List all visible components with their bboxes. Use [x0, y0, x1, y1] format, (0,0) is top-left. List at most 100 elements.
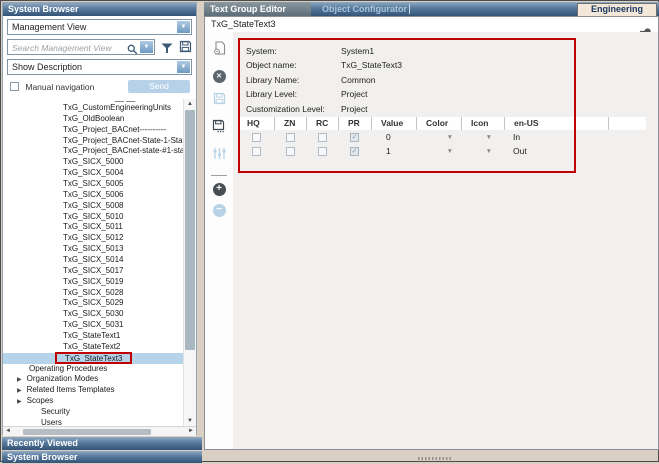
tree-item-txg-sicx-5005[interactable]: TxG_SICX_5005: [3, 179, 183, 190]
column-header-en-us[interactable]: en-US: [504, 117, 608, 130]
scroll-up-icon[interactable]: ▲: [184, 99, 196, 109]
send-button[interactable]: Send: [128, 80, 190, 93]
scroll-down-icon[interactable]: ▼: [184, 416, 196, 426]
new-text-group-icon[interactable]: [213, 41, 226, 60]
column-header-value[interactable]: Value: [371, 117, 416, 130]
hq-checkbox[interactable]: [252, 147, 261, 156]
customize-columns-icon[interactable]: [212, 147, 227, 165]
tree-item-security[interactable]: Security: [3, 407, 183, 418]
save-view-icon[interactable]: [179, 40, 192, 58]
chevron-down-icon[interactable]: ▼: [177, 61, 190, 73]
tree-vertical-scrollbar[interactable]: ▲ ▼: [183, 99, 196, 426]
expand-arrow-icon[interactable]: ▶: [17, 399, 22, 405]
tree-item-txg-sicx-5004[interactable]: TxG_SICX_5004: [3, 168, 183, 179]
tree-item-txg-sicx-5013[interactable]: TxG_SICX_5013: [3, 244, 183, 255]
form-value: TxG_StateText3: [341, 60, 402, 70]
column-header-pr[interactable]: PR: [338, 117, 371, 130]
tree-horizontal-scrollbar[interactable]: ◄ ►: [3, 426, 196, 436]
tab-object-configurator[interactable]: Object Configurator: [316, 2, 413, 16]
tree-item-txg-statetext3[interactable]: TxG_StateText3: [3, 353, 183, 364]
color-dropdown[interactable]: ▼: [416, 148, 461, 155]
form-value: System1: [341, 46, 374, 56]
table-row[interactable]: ✓0▼▼In: [238, 130, 646, 144]
search-box[interactable]: ▼: [7, 39, 155, 55]
engineering-mode-tab[interactable]: Engineering: [577, 3, 657, 17]
tree-item-txg-sicx-5011[interactable]: TxG_SICX_5011: [3, 222, 183, 233]
tree-item-txg-oldboolean[interactable]: TxG_OldBoolean: [3, 114, 183, 125]
table-row[interactable]: ✓1▼▼Out: [238, 144, 646, 158]
resize-grip[interactable]: [418, 457, 452, 460]
tree-item-users[interactable]: Users: [3, 418, 183, 426]
tab-text-group-editor[interactable]: Text Group Editor: [204, 2, 311, 16]
description-selector-value: Show Description: [8, 60, 191, 74]
manual-navigation-checkbox[interactable]: [10, 82, 19, 91]
search-chevron-down-icon[interactable]: ▼: [140, 41, 153, 53]
vertical-scroll-thumb[interactable]: [185, 110, 195, 350]
delete-icon[interactable]: ✕: [213, 70, 226, 83]
save-icon[interactable]: [213, 92, 226, 110]
recently-viewed-bar[interactable]: Recently Viewed: [2, 437, 202, 450]
icon-dropdown[interactable]: ▼: [461, 148, 504, 155]
chevron-down-icon[interactable]: ▼: [177, 21, 190, 33]
tree-item-txg-sicx-5031[interactable]: TxG_SICX_5031: [3, 320, 183, 331]
column-header-zn[interactable]: ZN: [274, 117, 306, 130]
horizontal-scroll-thumb[interactable]: [23, 429, 151, 435]
tree-item-txg-sicx-5019[interactable]: TxG_SICX_5019: [3, 277, 183, 288]
rc-checkbox[interactable]: [318, 147, 327, 156]
tree-item-txg-statetext1[interactable]: TxG_StateText1: [3, 331, 183, 342]
filter-icon[interactable]: [161, 41, 173, 59]
pr-checkbox[interactable]: ✓: [350, 147, 359, 156]
scroll-right-icon[interactable]: ►: [188, 427, 194, 436]
tree-item-label: TxG_SICX_5019: [63, 277, 123, 286]
tree-item-txg-sicx-5028[interactable]: TxG_SICX_5028: [3, 288, 183, 299]
rc-checkbox[interactable]: [318, 133, 327, 142]
add-row-icon[interactable]: +: [213, 183, 226, 196]
editor-panel: Text Group Editor Object Configurator En…: [204, 2, 659, 450]
tree-item-txg-sicx-5010[interactable]: TxG_SICX_5010: [3, 212, 183, 223]
remove-row-icon[interactable]: −: [213, 204, 226, 217]
save-as-icon[interactable]: [212, 119, 226, 138]
value-cell[interactable]: 0: [371, 132, 416, 142]
pr-checkbox[interactable]: ✓: [350, 133, 359, 142]
tree-item-txg-sicx-5000[interactable]: TxG_SICX_5000: [3, 157, 183, 168]
column-header-rc[interactable]: RC: [306, 117, 338, 130]
column-header-empty[interactable]: [608, 117, 646, 130]
tree-item-label: TxG_SICX_5011: [63, 222, 123, 231]
pin-icon[interactable]: [640, 22, 651, 29]
tree-item-operating-procedures[interactable]: Operating Procedures: [3, 364, 183, 375]
tree-item-txg-sicx-5012[interactable]: TxG_SICX_5012: [3, 233, 183, 244]
en-us-cell[interactable]: In: [504, 132, 608, 142]
tree-item-txg-project-bacnet-[interactable]: TxG_Project_BACnet----------: [3, 125, 183, 136]
expand-arrow-icon[interactable]: ▶: [17, 388, 22, 394]
value-cell[interactable]: 1: [371, 146, 416, 156]
tree-item-related-items-templates[interactable]: ▶Related Items Templates: [3, 385, 183, 396]
tree-item-txg-sicx-5006[interactable]: TxG_SICX_5006: [3, 190, 183, 201]
color-dropdown[interactable]: ▼: [416, 134, 461, 141]
tree-item-txg-project-bacnet-state-1-state-2[interactable]: TxG_Project_BACnet-State-1-State-2: [3, 136, 183, 147]
tree-item-organization-modes[interactable]: ▶Organization Modes: [3, 374, 183, 385]
tree-item-txg-project-bacnet-state-1-state-s[interactable]: TxG_Project_BACnet-state-#1-state-s: [3, 146, 183, 157]
table-header: HQZNRCPRValueColorIconen-US: [238, 117, 646, 130]
icon-dropdown[interactable]: ▼: [461, 134, 504, 141]
view-selector[interactable]: Management View ▼: [7, 19, 192, 35]
hq-checkbox[interactable]: [252, 133, 261, 142]
system-browser-bar[interactable]: System Browser: [2, 451, 202, 463]
tree-item-txg-sicx-5017[interactable]: TxG_SICX_5017: [3, 266, 183, 277]
zn-checkbox[interactable]: [286, 147, 295, 156]
zn-checkbox[interactable]: [286, 133, 295, 142]
tree-item-txg-sicx-5029[interactable]: TxG_SICX_5029: [3, 298, 183, 309]
expand-arrow-icon[interactable]: ▶: [17, 377, 22, 383]
tree-item-txg-sicx-5008[interactable]: TxG_SICX_5008: [3, 201, 183, 212]
column-header-hq[interactable]: HQ: [238, 117, 274, 130]
search-input[interactable]: [10, 41, 126, 55]
tree-item-txg-customengineeringunits[interactable]: TxG_CustomEngineeringUnits: [3, 103, 183, 114]
column-header-color[interactable]: Color: [416, 117, 461, 130]
tree-item-txg-sicx-5030[interactable]: TxG_SICX_5030: [3, 309, 183, 320]
system-browser-header[interactable]: System Browser: [3, 3, 196, 16]
description-selector[interactable]: Show Description ▼: [7, 59, 192, 75]
tree-item-txg-sicx-5014[interactable]: TxG_SICX_5014: [3, 255, 183, 266]
scroll-left-icon[interactable]: ◄: [5, 427, 11, 436]
tree-item-scopes[interactable]: ▶Scopes: [3, 396, 183, 407]
en-us-cell[interactable]: Out: [504, 146, 608, 156]
column-header-icon[interactable]: Icon: [461, 117, 504, 130]
